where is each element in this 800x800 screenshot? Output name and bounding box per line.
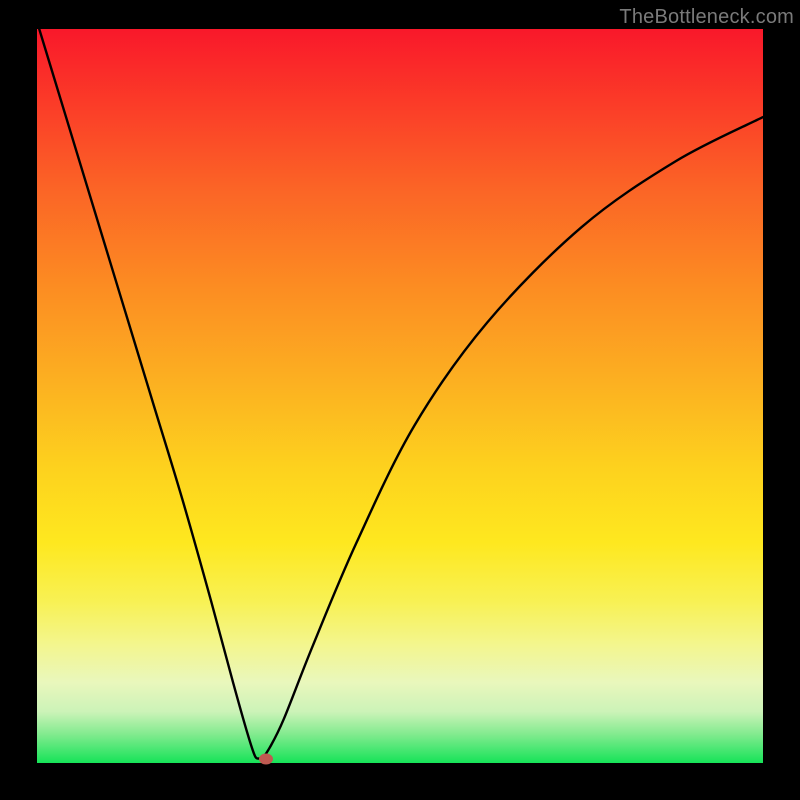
chart-marker-point <box>259 753 273 764</box>
chart-plot-area <box>37 29 763 763</box>
chart-curve <box>37 29 763 763</box>
watermark-text: TheBottleneck.com <box>619 6 794 29</box>
